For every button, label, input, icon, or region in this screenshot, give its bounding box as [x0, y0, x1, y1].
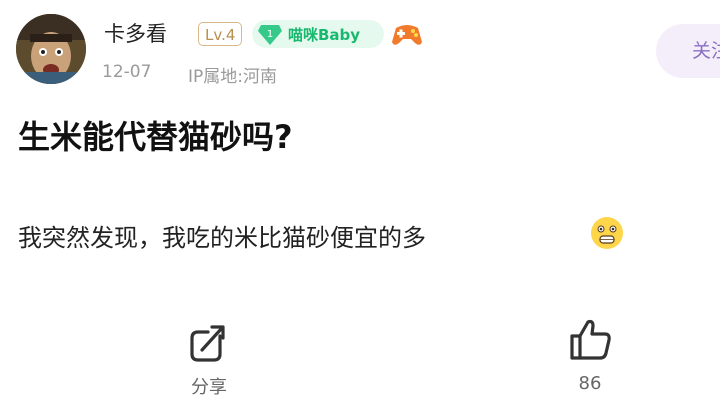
share-label[interactable]: 分享 — [186, 373, 232, 399]
post-date: 12-07 — [102, 62, 152, 82]
ip-location: IP属地:河南 — [188, 67, 277, 87]
gamepad-icon — [392, 25, 422, 45]
follow-button[interactable]: 关注 — [656, 24, 720, 78]
fan-badge-level: 1 — [267, 29, 273, 40]
share-icon[interactable] — [186, 320, 232, 366]
like-count: 86 — [578, 373, 602, 394]
author-name[interactable]: 卡多看 — [104, 18, 167, 48]
fan-badge[interactable]: 1 喵咪Baby — [252, 20, 384, 48]
fan-badge-name: 喵咪Baby — [288, 26, 361, 44]
surprised-emoji-icon — [591, 217, 623, 249]
level-badge: Lv.4 — [198, 22, 243, 46]
post-content: 我突然发现，我吃的米比猫砂便宜的多 — [18, 224, 426, 252]
avatar-image — [16, 14, 86, 84]
post-title: 生米能代替猫砂吗? — [18, 118, 293, 156]
gem-icon: 1 — [258, 25, 282, 45]
thumbs-up-icon[interactable] — [566, 316, 614, 364]
avatar[interactable] — [16, 14, 86, 84]
